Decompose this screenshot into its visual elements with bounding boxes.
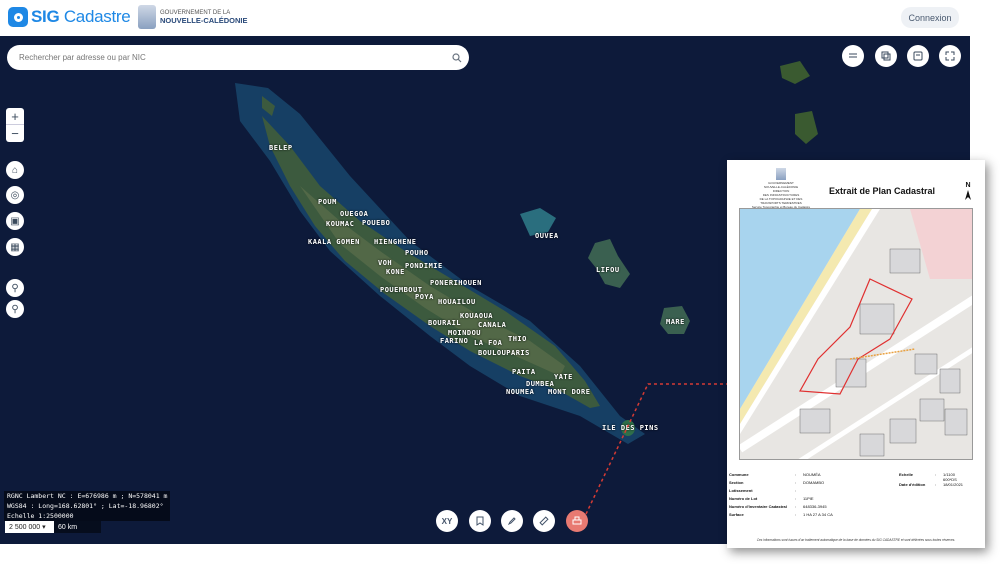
place-label: LIFOU [596,266,620,274]
print-connector-line [585,382,732,515]
place-label: VOH [378,259,393,267]
scale-select[interactable]: 2 500 000 ▾ [5,521,53,533]
locate-icon[interactable]: ◎ [6,186,24,204]
extract-government-block: GOUVERNEMENT NOUVELLE-CALÉDONIE DIRECTIO… [737,168,825,209]
place-label: OUEGOA [340,210,369,218]
logo-text: SIG Cadastre [31,7,131,26]
place-label: PONERIHOUEN [430,279,482,287]
north-arrow-icon: N [965,182,971,203]
bookmark-icon[interactable] [469,510,491,532]
place-label: POUM [318,198,337,206]
cadastral-extract-preview: GOUVERNEMENT NOUVELLE-CALÉDONIE DIRECTIO… [727,160,985,548]
location-pin-icon[interactable]: ⚲ [6,300,24,318]
draw-pencil-icon[interactable] [501,510,523,532]
scale-bar-label: 60 km [53,521,101,533]
map-pin-icon[interactable]: ⚲ [6,279,24,297]
government-emblem-icon [138,5,156,29]
coordinates-readout: RGNC Lambert NC : E=676986 m ; N=578041 … [4,491,171,521]
place-label: BELEP [269,144,293,152]
place-label: BOULOUPARIS [478,349,530,357]
place-label: BOURAIL [428,319,462,327]
place-label: CANALA [478,321,507,329]
place-label: KOUMAC [326,220,355,228]
extract-disclaimer: Ces informations sont issues d'un traite… [756,538,956,542]
app-header: SIG Cadastre GOUVERNEMENT DE LA NOUVELLE… [0,0,1000,36]
extract-map-drawing [740,209,972,459]
place-label: NOUMEA [506,388,535,396]
place-label: THIO [508,335,527,343]
coordinates-tool-button[interactable]: XY [436,510,458,532]
logo-icon [8,7,28,27]
place-label: POUHO [405,249,429,257]
fullscreen-icon[interactable] [939,45,961,67]
extract-map [739,208,973,460]
place-label: HIENGHENE [374,238,417,246]
place-label: DUMBEA [526,380,555,388]
place-label: PAITA [512,368,536,376]
search-icon[interactable] [445,46,469,70]
filter-icon[interactable] [842,45,864,67]
extract-emblem-icon [776,168,786,180]
government-label: GOUVERNEMENT DE LA NOUVELLE-CALÉDONIE [160,10,248,25]
zoom-control: + − [6,108,24,142]
home-button[interactable]: ⌂ [6,161,24,179]
lock-icon[interactable]: ▣ [6,212,24,230]
place-label: KAALA GOMEN [308,238,360,246]
place-label: MARE [666,318,685,326]
place-label: HOUAILOU [438,298,476,306]
search-input[interactable] [19,53,445,62]
sig-cadastre-logo[interactable]: SIG Cadastre [8,7,131,27]
place-label: PONDIMIE [405,262,443,270]
place-label: FARINO [440,337,469,345]
place-label: POYA [415,293,434,301]
zoom-out-button[interactable]: − [6,125,24,142]
place-label: OUVEA [535,232,559,240]
scale-control: 2 500 000 ▾ 60 km [5,521,101,533]
place-label: KOUAOUA [460,312,494,320]
login-button[interactable]: Connexion [901,7,959,28]
place-label: LA FOA [474,339,503,347]
layers-icon[interactable] [875,45,897,67]
place-label: YATE [554,373,573,381]
grid-icon[interactable]: ▦ [6,238,24,256]
zoom-in-button[interactable]: + [6,108,24,125]
place-label: POUEBO [362,219,391,227]
measure-ruler-icon[interactable] [533,510,555,532]
extract-header: GOUVERNEMENT NOUVELLE-CALÉDONIE DIRECTIO… [733,166,979,209]
place-label: MOINDOU [448,329,482,337]
search-bar[interactable] [7,45,469,70]
legend-icon[interactable] [907,45,929,67]
government-logo: GOUVERNEMENT DE LA NOUVELLE-CALÉDONIE [138,5,248,29]
place-label: KONE [386,268,405,276]
extract-title: Extrait de Plan Cadastral [829,186,936,196]
